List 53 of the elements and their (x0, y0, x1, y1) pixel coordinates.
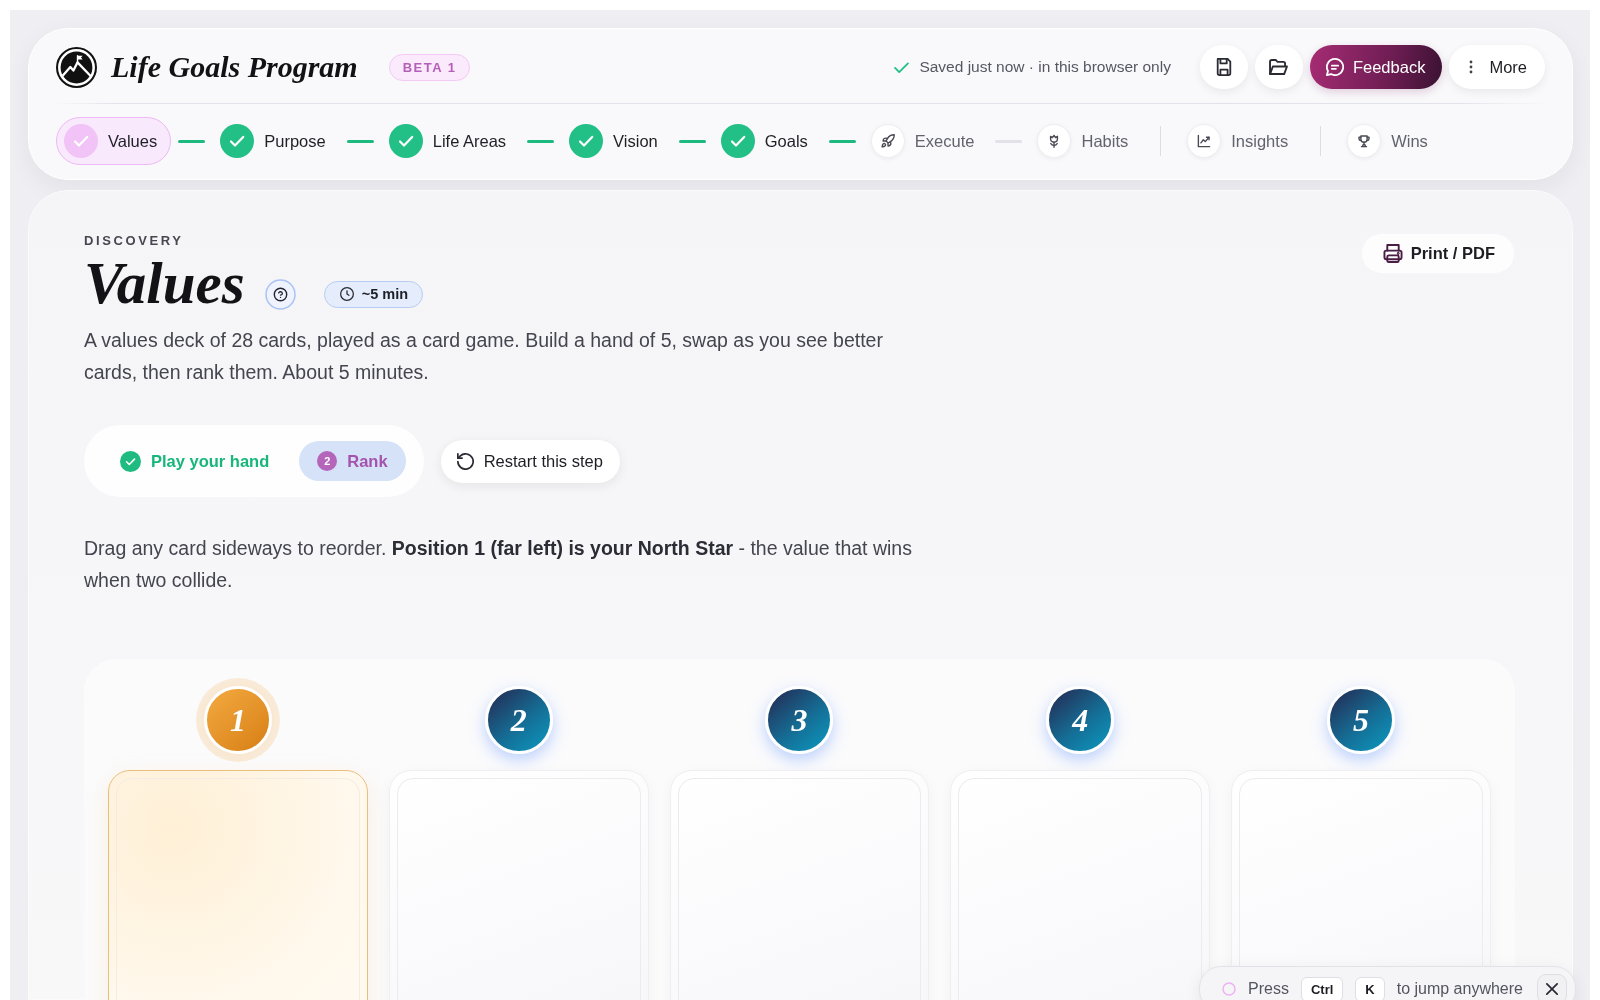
folder-icon (1269, 59, 1289, 75)
section-eyebrow: DISCOVERY (84, 233, 185, 249)
description-text: A values deck of 28 cards, played as a card game. Build a hand of 5, swap as you see better cards, then rank them. About 5 minutes. (84, 328, 884, 385)
step-tab[interactable]: Purpose (212, 117, 340, 165)
rank-badge: 3 (765, 686, 834, 754)
printer-icon (1382, 244, 1403, 263)
print-button[interactable]: Print / PDF (1360, 233, 1515, 274)
folder-button[interactable] (1254, 45, 1303, 89)
toast-text: Press (1248, 980, 1289, 998)
mountain-logo-icon (56, 46, 97, 88)
close-button[interactable] (1537, 974, 1567, 1000)
keyboard-key: Ctrl (1300, 976, 1344, 1000)
save-button[interactable] (1199, 45, 1248, 89)
step-tab[interactable]: Vision (561, 117, 672, 165)
step-connector (828, 139, 856, 143)
step-tab[interactable]: Values (56, 117, 172, 165)
step-connector (346, 139, 374, 143)
feedback-button[interactable]: Feedback (1309, 45, 1443, 89)
chat-bubble-icon (1325, 58, 1344, 76)
ring-icon (1222, 982, 1236, 996)
beta-badge: BETA 1 (388, 53, 471, 81)
rank-badge: 5 (1327, 686, 1396, 754)
step-tab[interactable]: Wins (1339, 117, 1442, 165)
help-icon[interactable] (264, 278, 296, 310)
step-connector (678, 139, 706, 143)
rank-badge: 2 (484, 686, 553, 754)
app-title: Life Goals Program (111, 50, 358, 84)
step-tab[interactable]: Goals (712, 117, 822, 165)
rank-badge: 1 (195, 678, 280, 762)
save-status-text: Saved just now · in this browser only (919, 58, 1171, 76)
step-tab[interactable]: Execute (862, 117, 989, 165)
duration-pill: ~5 min (323, 280, 423, 308)
restart-button[interactable]: Restart this step (440, 439, 620, 483)
keyboard-key: K (1355, 976, 1385, 1000)
value-card[interactable] (108, 770, 368, 1000)
close-icon (1546, 983, 1558, 995)
page-title: Values (84, 255, 245, 311)
rank-badge: 4 (1046, 686, 1115, 754)
more-button[interactable]: More (1449, 45, 1545, 89)
rotate-left-icon (456, 452, 474, 470)
step-connector (178, 139, 206, 143)
check-icon (894, 61, 910, 73)
vertical-dots-icon (1469, 60, 1474, 74)
step-tab[interactable]: Life Areas (380, 117, 521, 165)
phase-tab[interactable]: 2 Rank (299, 441, 406, 481)
save-icon (1214, 58, 1233, 76)
clock-icon (339, 287, 354, 301)
step-number: 2 (317, 451, 338, 471)
step-tab[interactable]: Insights (1179, 117, 1303, 165)
toast-text: to jump anywhere (1396, 980, 1523, 998)
instruction-text: Drag any card sideways to reorder. Position 1 (far left) is your North Star - the value that wins when two collide. (84, 536, 913, 593)
step-tab[interactable]: Habits (1029, 117, 1143, 165)
step-connector (527, 139, 555, 143)
